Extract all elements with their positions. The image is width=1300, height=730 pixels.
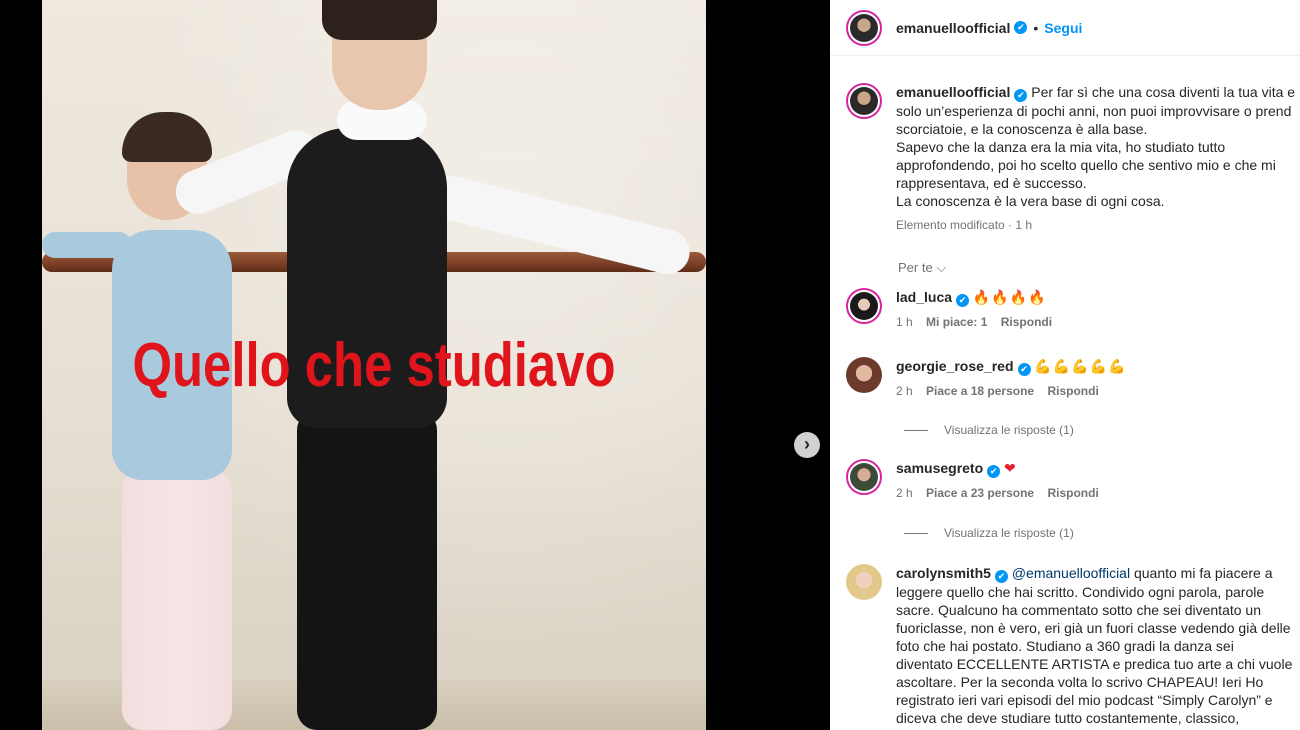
comment-item: georgie_rose_red ✔ 💪💪💪💪💪 2 h Piace a 18 p…	[846, 357, 1300, 400]
caption-line: Sapevo che la danza era la mia vita, ho …	[896, 139, 1226, 155]
caption-avatar[interactable]	[846, 83, 882, 119]
post-header: emanuelloofficial ✔ • Segui	[830, 0, 1300, 56]
comment-line: foto che hai postato. Studiano a 360 gra…	[896, 638, 1234, 654]
post-sidebar: emanuelloofficial ✔ • Segui emanuellooff…	[830, 0, 1300, 730]
comment-avatar[interactable]	[846, 459, 882, 495]
author-username[interactable]: emanuelloofficial	[896, 20, 1010, 36]
comment-avatar[interactable]	[846, 357, 882, 393]
comment-likes[interactable]: Piace a 23 persone	[926, 486, 1034, 500]
chevron-down-icon: ⌵	[936, 260, 947, 275]
comment-time: 2 h	[896, 384, 913, 398]
comment-username[interactable]: carolynsmith5	[896, 565, 991, 581]
comment-line: diceva che deve studiare tutto costantem…	[896, 710, 1240, 726]
chevron-right-icon: ›	[804, 434, 810, 454]
comment-line: ascoltare. Per la seconda volta lo scriv…	[896, 674, 1264, 690]
comment-time: 1 h	[896, 315, 913, 329]
verified-badge-icon: ✔	[994, 570, 1008, 583]
comment-meta: 2 h Piace a 23 persone Rispondi	[896, 484, 1296, 502]
comment-likes[interactable]: Mi piace: 1	[926, 315, 987, 329]
verified-badge-icon: ✔	[987, 465, 1001, 478]
caption-username[interactable]: emanuelloofficial	[896, 84, 1010, 100]
comment-item: carolynsmith5 ✔ @emanuelloofficial quanto…	[846, 564, 1300, 727]
reply-button[interactable]: Rispondi	[1047, 486, 1098, 500]
comment-line: sacre. Qualcuno ha commentato sotto che …	[896, 602, 1261, 618]
comment-avatar[interactable]	[846, 564, 882, 600]
view-replies-label: Visualizza le risposte (1)	[944, 423, 1074, 437]
caption-meta: Elemento modificato · 1 h	[896, 218, 1033, 232]
photo-overlay-text: Quello che studiavo	[132, 331, 616, 400]
caption-line: emanuelloofficial ✔ Per far sì che una co…	[896, 83, 1296, 102]
comment-content: georgie_rose_red ✔ 💪💪💪💪💪 2 h Piace a 18 p…	[896, 357, 1296, 400]
replies-divider	[904, 532, 928, 534]
comment-content: carolynsmith5 ✔ @emanuelloofficial quanto…	[896, 564, 1296, 727]
comment-line: leggere quello che hai scritto. Condivid…	[896, 584, 1265, 600]
next-slide-button[interactable]: ›	[794, 432, 820, 458]
comment-username[interactable]: georgie_rose_red	[896, 358, 1014, 374]
reply-button[interactable]: Rispondi	[1001, 315, 1052, 329]
reply-button[interactable]: Rispondi	[1047, 384, 1098, 398]
comment-line: carolynsmith5 ✔ @emanuelloofficial quanto…	[896, 564, 1296, 583]
comment-line: diventato ECCELLENTE ARTISTA e predica t…	[896, 656, 1293, 672]
caption-line: La conoscenza è la vera base di ogni cos…	[896, 193, 1165, 209]
comment-text: 💪💪💪💪💪	[1034, 358, 1127, 374]
see-translation-link[interactable]: Per te ⌵	[898, 260, 946, 276]
replies-divider	[904, 429, 928, 431]
comment-meta: 2 h Piace a 18 persone Rispondi	[896, 382, 1296, 400]
tall-dancer-legs	[297, 410, 437, 730]
caption-text: Per far sì che una cosa diventi la tua v…	[1031, 84, 1296, 100]
tall-dancer-hair	[322, 0, 437, 40]
follow-button[interactable]: Segui	[1044, 20, 1082, 36]
comment-line: registrato ieri vari episodi del mio pod…	[896, 692, 1273, 708]
caption-line: approfondendo, poi ho scelto quello che …	[896, 157, 1276, 173]
comment-mention[interactable]: @emanuelloofficial	[1012, 565, 1130, 581]
media-viewer: Quello che studiavo ›	[0, 0, 830, 730]
separator-dot: •	[1033, 19, 1039, 36]
see-translation-label: Per te	[898, 260, 933, 275]
small-dancer-legs	[122, 470, 232, 730]
comment-item: lad_luca ✔ 🔥🔥🔥🔥 1 h Mi piace: 1 Rispondi	[846, 288, 1300, 331]
comment-time: 2 h	[896, 486, 913, 500]
comment-text: quanto mi fa piacere a	[1133, 565, 1273, 581]
comments-list: emanuelloofficial ✔ Per far sì che una co…	[830, 57, 1300, 730]
verified-badge-icon: ✔	[956, 294, 970, 307]
caption-line: scorciatoie, e la conoscenza è alla base…	[896, 121, 1148, 137]
view-replies-button[interactable]: Visualizza le risposte (1)	[904, 423, 1074, 437]
caption-content: emanuelloofficial ✔ Per far sì che una co…	[896, 83, 1296, 234]
comment-text: ❤	[1004, 460, 1016, 476]
caption-line: solo un’esperienza di pochi anni, non pu…	[896, 103, 1292, 119]
comment-content: samusegreto ✔ ❤ 2 h Piace a 23 persone Ri…	[896, 459, 1296, 502]
view-replies-button[interactable]: Visualizza le risposte (1)	[904, 526, 1074, 540]
comment-item: samusegreto ✔ ❤ 2 h Piace a 23 persone Ri…	[846, 459, 1300, 502]
post-photo: Quello che studiavo	[42, 0, 706, 730]
verified-badge-icon: ✔	[1014, 21, 1028, 34]
view-replies-label: Visualizza le risposte (1)	[944, 526, 1074, 540]
comment-line: fuoriclasse, non è vero, eri già un fuor…	[896, 620, 1291, 636]
comment-content: lad_luca ✔ 🔥🔥🔥🔥 1 h Mi piace: 1 Rispondi	[896, 288, 1296, 331]
comment-meta: 1 h Mi piace: 1 Rispondi	[896, 313, 1296, 331]
comment-avatar[interactable]	[846, 288, 882, 324]
caption-line: rappresentava, ed è successo.	[896, 175, 1087, 191]
verified-badge-icon: ✔	[1014, 89, 1028, 102]
post-caption: emanuelloofficial ✔ Per far sì che una co…	[846, 83, 1300, 234]
comment-username[interactable]: samusegreto	[896, 460, 983, 476]
comment-username[interactable]: lad_luca	[896, 289, 952, 305]
comment-likes[interactable]: Piace a 18 persone	[926, 384, 1034, 398]
verified-badge-icon: ✔	[1017, 363, 1031, 376]
comment-text: 🔥🔥🔥🔥	[972, 289, 1047, 305]
author-avatar[interactable]	[846, 9, 882, 46]
